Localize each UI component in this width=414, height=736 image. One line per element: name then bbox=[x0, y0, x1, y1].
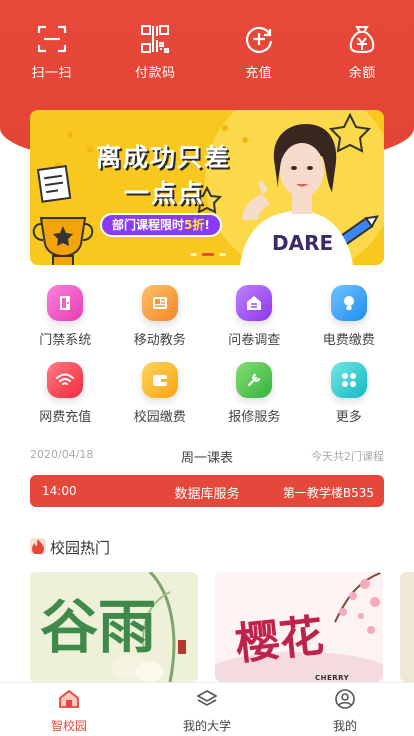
service-more[interactable]: 更多 bbox=[302, 362, 397, 425]
banner-dot[interactable] bbox=[190, 253, 197, 256]
hot-card-title: 谷雨 bbox=[40, 593, 157, 661]
house-doc-icon bbox=[236, 285, 273, 321]
promo-prefix: 部门课程限时 bbox=[112, 218, 185, 232]
wallet-icon bbox=[141, 362, 178, 398]
hot-card-subtitle: CHERRY bbox=[315, 674, 350, 682]
recharge-icon bbox=[242, 22, 276, 56]
payment-code-label: 付款码 bbox=[134, 66, 176, 81]
promo-suffix: ! bbox=[204, 218, 210, 232]
scan-button[interactable]: 扫一扫 bbox=[0, 22, 104, 92]
balance-label: 余额 bbox=[348, 66, 376, 81]
money-bag-icon bbox=[345, 22, 379, 56]
banner-pagination bbox=[190, 253, 226, 256]
tab-my-university[interactable]: 我的大学 bbox=[138, 683, 276, 736]
wifi-icon bbox=[47, 362, 84, 398]
bottom-tabbar: 智校园 我的大学 我的 bbox=[0, 682, 414, 736]
service-grid: 门禁系统 移动教务 问卷调查 电费缴费 网费充值 校园缴费 报修服务 更多 bbox=[18, 285, 396, 425]
tab-profile[interactable]: 我的 bbox=[276, 683, 414, 736]
recharge-label: 充值 bbox=[245, 66, 273, 81]
bulb-icon bbox=[330, 285, 367, 321]
service-access-control[interactable]: 门禁系统 bbox=[18, 285, 113, 348]
service-electricity[interactable]: 电费缴费 bbox=[302, 285, 397, 348]
hot-cards-carousel: 谷雨 樱花 CHERRY bbox=[30, 572, 414, 682]
wrench-icon bbox=[236, 362, 273, 398]
hot-card-title: 樱花 bbox=[233, 610, 326, 671]
service-label: 更多 bbox=[335, 410, 362, 425]
service-label: 电费缴费 bbox=[322, 333, 375, 348]
scan-label: 扫一扫 bbox=[31, 66, 72, 81]
course-room: 第一教学楼B535 bbox=[282, 486, 374, 500]
user-icon bbox=[334, 689, 356, 713]
id-card-icon bbox=[141, 285, 178, 321]
banner-title-line2: 一点点 bbox=[124, 179, 206, 208]
barcode-icon bbox=[138, 22, 172, 56]
balance-button[interactable]: 余额 bbox=[311, 22, 414, 92]
more-grid-icon bbox=[330, 362, 367, 398]
fire-badge-icon bbox=[30, 536, 46, 558]
service-campus-payment[interactable]: 校园缴费 bbox=[113, 362, 208, 425]
service-label: 移动教务 bbox=[133, 333, 186, 348]
schedule-course-count: 今天共2门课程 bbox=[311, 450, 384, 463]
service-label: 网费充值 bbox=[39, 410, 92, 425]
banner-dot-active[interactable] bbox=[202, 253, 214, 256]
door-icon bbox=[47, 285, 84, 321]
tab-label: 我的大学 bbox=[182, 719, 231, 733]
service-label: 问卷调查 bbox=[228, 333, 281, 348]
service-survey[interactable]: 问卷调查 bbox=[207, 285, 302, 348]
service-network-recharge[interactable]: 网费充值 bbox=[18, 362, 113, 425]
tab-label: 我的 bbox=[332, 719, 357, 733]
service-label: 门禁系统 bbox=[39, 333, 92, 348]
hot-title-text: 校园热门 bbox=[50, 538, 111, 557]
service-repair[interactable]: 报修服务 bbox=[207, 362, 302, 425]
banner-dot[interactable] bbox=[219, 253, 226, 256]
hot-section-title: 校园热门 bbox=[30, 536, 110, 558]
promo-highlight: 5折 bbox=[184, 218, 205, 232]
hot-card[interactable]: 樱花 CHERRY bbox=[215, 572, 383, 682]
course-item[interactable]: 14:00 数据库服务 第一教学楼B535 bbox=[30, 475, 384, 507]
tab-smart-campus[interactable]: 智校园 bbox=[0, 683, 138, 736]
hot-card[interactable] bbox=[400, 572, 414, 682]
scan-icon bbox=[35, 22, 69, 56]
banner-promo-pill: 部门课程限时5折! bbox=[100, 213, 222, 237]
recharge-button[interactable]: 充值 bbox=[207, 22, 311, 92]
home-icon bbox=[58, 689, 80, 713]
quick-actions-bar: 扫一扫 付款码 充值 余额 bbox=[0, 22, 414, 92]
promo-banner[interactable]: DARE 离成功只差 一点点 部门课程限时5折! bbox=[30, 110, 384, 265]
banner-title-line1: 离成功只差 bbox=[96, 143, 232, 172]
layers-icon bbox=[196, 689, 218, 713]
banner-illustration: DARE bbox=[30, 110, 384, 265]
payment-code-button[interactable]: 付款码 bbox=[104, 22, 208, 92]
service-mobile-academic[interactable]: 移动教务 bbox=[113, 285, 208, 348]
tab-label: 智校园 bbox=[50, 719, 87, 733]
service-label: 报修服务 bbox=[228, 410, 281, 425]
service-label: 校园缴费 bbox=[133, 410, 186, 425]
svg-text:DARE: DARE bbox=[272, 231, 333, 255]
hot-card[interactable]: 谷雨 bbox=[30, 572, 198, 682]
schedule-header: 2020/04/18 周一课表 今天共2门课程 bbox=[30, 448, 384, 466]
